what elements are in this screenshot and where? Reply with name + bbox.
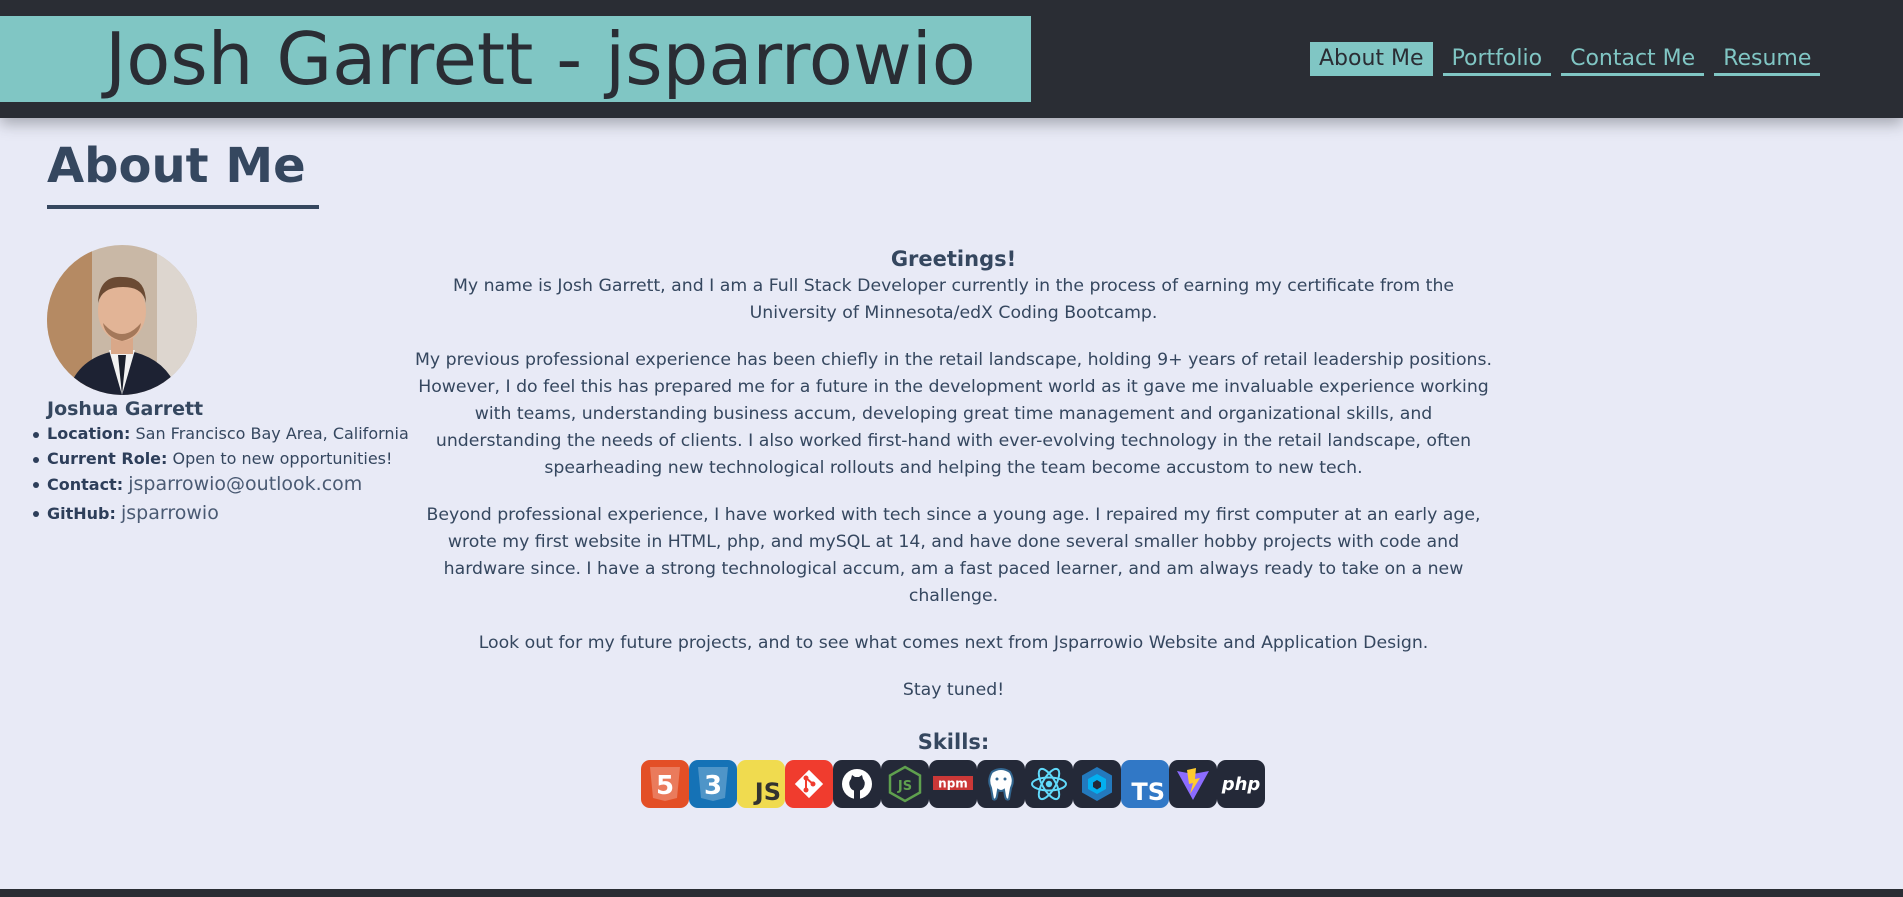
skills-icons: 5 3 JS JS npm TS php bbox=[641, 760, 1265, 808]
profile-name: Joshua Garrett bbox=[47, 398, 204, 420]
title-underline bbox=[47, 205, 319, 209]
git-icon bbox=[785, 760, 833, 808]
php-icon: php bbox=[1217, 760, 1265, 808]
github-link[interactable]: jsparrowio bbox=[121, 502, 219, 524]
profile-location: Location: San Francisco Bay Area, Califo… bbox=[33, 424, 409, 449]
bio-paragraph: Look out for my future projects, and to … bbox=[478, 633, 1429, 653]
bio-paragraph: Stay tuned! bbox=[902, 680, 1005, 700]
greeting-heading: Greetings! bbox=[890, 247, 1017, 271]
site-title: Josh Garrett - jsparrowio bbox=[0, 16, 1031, 102]
svg-text:5: 5 bbox=[656, 771, 674, 801]
main-nav: About Me Portfolio Contact Me Resume bbox=[1310, 42, 1830, 76]
nav-contact-me[interactable]: Contact Me bbox=[1561, 42, 1705, 76]
site-footer bbox=[0, 889, 1903, 897]
bio-paragraph: Beyond professional experience, I have w… bbox=[426, 505, 1481, 606]
github-icon bbox=[833, 760, 881, 808]
role-value: Open to new opportunities! bbox=[172, 449, 393, 468]
react-icon bbox=[1025, 760, 1073, 808]
bio-paragraph: My previous professional experience has … bbox=[414, 350, 1492, 478]
avatar bbox=[47, 245, 197, 395]
location-value: San Francisco Bay Area, California bbox=[135, 424, 409, 443]
contact-email-link[interactable]: jsparrowio@outlook.com bbox=[128, 473, 362, 495]
nodejs-icon: JS bbox=[881, 760, 929, 808]
vite-icon bbox=[1169, 760, 1217, 808]
nav-portfolio[interactable]: Portfolio bbox=[1442, 42, 1552, 76]
location-label: Location: bbox=[47, 424, 131, 443]
css3-icon: 3 bbox=[689, 760, 737, 808]
nav-about-me[interactable]: About Me bbox=[1310, 42, 1433, 76]
svg-text:npm: npm bbox=[938, 777, 968, 791]
javascript-icon: JS bbox=[737, 760, 785, 808]
contact-label: Contact: bbox=[47, 475, 124, 494]
bio-section: Greetings! My name is Josh Garrett, and … bbox=[412, 245, 1495, 724]
bio-paragraph: My name is Josh Garrett, and I am a Full… bbox=[452, 276, 1455, 323]
role-label: Current Role: bbox=[47, 449, 168, 468]
site-header: Josh Garrett - jsparrowio About Me Portf… bbox=[0, 0, 1903, 118]
npm-icon: npm bbox=[929, 760, 977, 808]
profile-role: Current Role: Open to new opportunities! bbox=[33, 449, 409, 474]
page-title: About Me bbox=[47, 138, 306, 194]
profile-details: Location: San Francisco Bay Area, Califo… bbox=[33, 424, 409, 532]
postgresql-icon bbox=[977, 760, 1025, 808]
svg-text:JS: JS bbox=[897, 779, 912, 794]
svg-text:3: 3 bbox=[704, 771, 722, 801]
sequelize-icon bbox=[1073, 760, 1121, 808]
profile-contact: Contact: jsparrowio@outlook.com bbox=[33, 473, 409, 503]
skills-heading: Skills: bbox=[917, 730, 990, 754]
nav-resume[interactable]: Resume bbox=[1714, 42, 1821, 76]
github-label: GitHub: bbox=[47, 504, 116, 523]
typescript-icon: TS bbox=[1121, 760, 1169, 808]
html5-icon: 5 bbox=[641, 760, 689, 808]
profile-github: GitHub: jsparrowio bbox=[33, 502, 409, 532]
